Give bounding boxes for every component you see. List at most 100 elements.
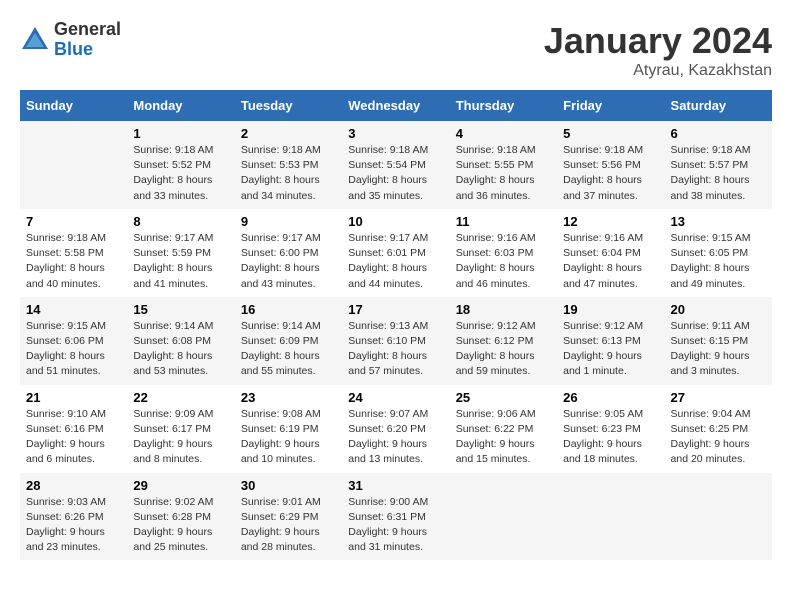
day-info: Sunrise: 9:14 AMSunset: 6:08 PMDaylight:… [133,320,213,378]
day-number: 27 [671,390,766,405]
day-cell: 22 Sunrise: 9:09 AMSunset: 6:17 PMDayligh… [127,385,234,473]
day-cell: 28 Sunrise: 9:03 AMSunset: 6:26 PMDayligh… [20,473,127,561]
day-cell: 12Sunrise: 9:16 AMSunset: 6:04 PMDayligh… [557,209,664,297]
day-info: Sunrise: 9:04 AMSunset: 6:25 PMDaylight:… [671,408,751,466]
day-number: 12 [563,214,658,229]
day-cell: 26 Sunrise: 9:05 AMSunset: 6:23 PMDayligh… [557,385,664,473]
day-info: Sunrise: 9:15 AMSunset: 6:05 PMDaylight:… [671,232,751,290]
day-info: Sunrise: 9:18 AMSunset: 5:56 PMDaylight:… [563,144,643,202]
day-cell: 3 Sunrise: 9:18 AMSunset: 5:54 PMDaylight… [342,121,449,209]
day-number: 28 [26,478,121,493]
day-info: Sunrise: 9:18 AMSunset: 5:54 PMDaylight:… [348,144,428,202]
day-cell: 29 Sunrise: 9:02 AMSunset: 6:28 PMDayligh… [127,473,234,561]
day-cell [450,473,557,561]
day-info: Sunrise: 9:03 AMSunset: 6:26 PMDaylight:… [26,496,106,554]
week-row-5: 28 Sunrise: 9:03 AMSunset: 6:26 PMDayligh… [20,473,772,561]
day-info: Sunrise: 9:07 AMSunset: 6:20 PMDaylight:… [348,408,428,466]
day-info: Sunrise: 9:09 AMSunset: 6:17 PMDaylight:… [133,408,213,466]
day-info: Sunrise: 9:18 AMSunset: 5:53 PMDaylight:… [241,144,321,202]
day-cell: 4Sunrise: 9:18 AMSunset: 5:55 PMDaylight… [450,121,557,209]
day-cell: 17Sunrise: 9:13 AMSunset: 6:10 PMDayligh… [342,297,449,385]
day-number: 23 [241,390,336,405]
day-info: Sunrise: 9:06 AMSunset: 6:22 PMDaylight:… [456,408,536,466]
day-info: Sunrise: 9:17 AMSunset: 5:59 PMDaylight:… [133,232,213,290]
day-number: 22 [133,390,228,405]
day-info: Sunrise: 9:18 AMSunset: 5:58 PMDaylight:… [26,232,106,290]
day-number: 20 [671,302,766,317]
title-block: January 2024 Atyrau, Kazakhstan [544,20,772,80]
week-row-1: 1 Sunrise: 9:18 AMSunset: 5:52 PMDaylight… [20,121,772,209]
day-cell [665,473,772,561]
calendar-body: 1 Sunrise: 9:18 AMSunset: 5:52 PMDaylight… [20,121,772,560]
month-title: January 2024 [544,20,772,62]
logo: General Blue [20,20,121,60]
day-number: 11 [456,214,551,229]
day-cell: 24 Sunrise: 9:07 AMSunset: 6:20 PMDayligh… [342,385,449,473]
day-number: 29 [133,478,228,493]
header-day-sunday: Sunday [20,90,127,121]
day-cell: 30 Sunrise: 9:01 AMSunset: 6:29 PMDayligh… [235,473,342,561]
day-cell: 19Sunrise: 9:12 AMSunset: 6:13 PMDayligh… [557,297,664,385]
day-number: 8 [133,214,228,229]
logo-blue-text: Blue [54,40,121,60]
day-cell: 6Sunrise: 9:18 AMSunset: 5:57 PMDaylight… [665,121,772,209]
day-cell: 27 Sunrise: 9:04 AMSunset: 6:25 PMDayligh… [665,385,772,473]
day-info: Sunrise: 9:08 AMSunset: 6:19 PMDaylight:… [241,408,321,466]
day-number: 7 [26,214,121,229]
day-info: Sunrise: 9:18 AMSunset: 5:55 PMDaylight:… [456,144,536,202]
day-cell: 1 Sunrise: 9:18 AMSunset: 5:52 PMDaylight… [127,121,234,209]
day-number: 1 [133,126,228,141]
day-info: Sunrise: 9:11 AMSunset: 6:15 PMDaylight:… [671,320,750,378]
day-cell: 25Sunrise: 9:06 AMSunset: 6:22 PMDayligh… [450,385,557,473]
day-number: 31 [348,478,443,493]
day-info: Sunrise: 9:10 AMSunset: 6:16 PMDaylight:… [26,408,106,466]
day-info: Sunrise: 9:05 AMSunset: 6:23 PMDaylight:… [563,408,643,466]
day-cell [557,473,664,561]
day-number: 14 [26,302,121,317]
day-info: Sunrise: 9:01 AMSunset: 6:29 PMDaylight:… [241,496,321,554]
day-cell: 23 Sunrise: 9:08 AMSunset: 6:19 PMDayligh… [235,385,342,473]
day-info: Sunrise: 9:18 AMSunset: 5:52 PMDaylight:… [133,144,213,202]
logo-general-text: General [54,20,121,40]
day-info: Sunrise: 9:15 AMSunset: 6:06 PMDaylight:… [26,320,106,378]
day-number: 17 [348,302,443,317]
day-number: 18 [456,302,551,317]
day-number: 26 [563,390,658,405]
day-number: 10 [348,214,443,229]
day-info: Sunrise: 9:18 AMSunset: 5:57 PMDaylight:… [671,144,751,202]
day-cell: 2 Sunrise: 9:18 AMSunset: 5:53 PMDaylight… [235,121,342,209]
page-header: General Blue January 2024 Atyrau, Kazakh… [20,20,772,80]
day-number: 15 [133,302,228,317]
day-number: 30 [241,478,336,493]
day-cell: 15 Sunrise: 9:14 AMSunset: 6:08 PMDayligh… [127,297,234,385]
header-day-thursday: Thursday [450,90,557,121]
header-day-saturday: Saturday [665,90,772,121]
day-cell: 31Sunrise: 9:00 AMSunset: 6:31 PMDayligh… [342,473,449,561]
week-row-4: 21 Sunrise: 9:10 AMSunset: 6:16 PMDayligh… [20,385,772,473]
day-cell: 10Sunrise: 9:17 AMSunset: 6:01 PMDayligh… [342,209,449,297]
header-day-tuesday: Tuesday [235,90,342,121]
calendar-header: SundayMondayTuesdayWednesdayThursdayFrid… [20,90,772,121]
day-cell: 21 Sunrise: 9:10 AMSunset: 6:16 PMDayligh… [20,385,127,473]
day-number: 2 [241,126,336,141]
day-number: 16 [241,302,336,317]
header-day-friday: Friday [557,90,664,121]
day-info: Sunrise: 9:02 AMSunset: 6:28 PMDaylight:… [133,496,213,554]
day-info: Sunrise: 9:14 AMSunset: 6:09 PMDaylight:… [241,320,321,378]
week-row-3: 14 Sunrise: 9:15 AMSunset: 6:06 PMDayligh… [20,297,772,385]
week-row-2: 7 Sunrise: 9:18 AMSunset: 5:58 PMDaylight… [20,209,772,297]
day-cell [20,121,127,209]
day-info: Sunrise: 9:12 AMSunset: 6:13 PMDaylight:… [563,320,643,378]
day-number: 3 [348,126,443,141]
day-cell: 7 Sunrise: 9:18 AMSunset: 5:58 PMDaylight… [20,209,127,297]
day-number: 9 [241,214,336,229]
day-cell: 11Sunrise: 9:16 AMSunset: 6:03 PMDayligh… [450,209,557,297]
day-number: 21 [26,390,121,405]
day-info: Sunrise: 9:17 AMSunset: 6:00 PMDaylight:… [241,232,321,290]
day-number: 24 [348,390,443,405]
day-number: 13 [671,214,766,229]
day-cell: 9 Sunrise: 9:17 AMSunset: 6:00 PMDaylight… [235,209,342,297]
day-cell: 8 Sunrise: 9:17 AMSunset: 5:59 PMDaylight… [127,209,234,297]
header-row: SundayMondayTuesdayWednesdayThursdayFrid… [20,90,772,121]
day-cell: 5Sunrise: 9:18 AMSunset: 5:56 PMDaylight… [557,121,664,209]
